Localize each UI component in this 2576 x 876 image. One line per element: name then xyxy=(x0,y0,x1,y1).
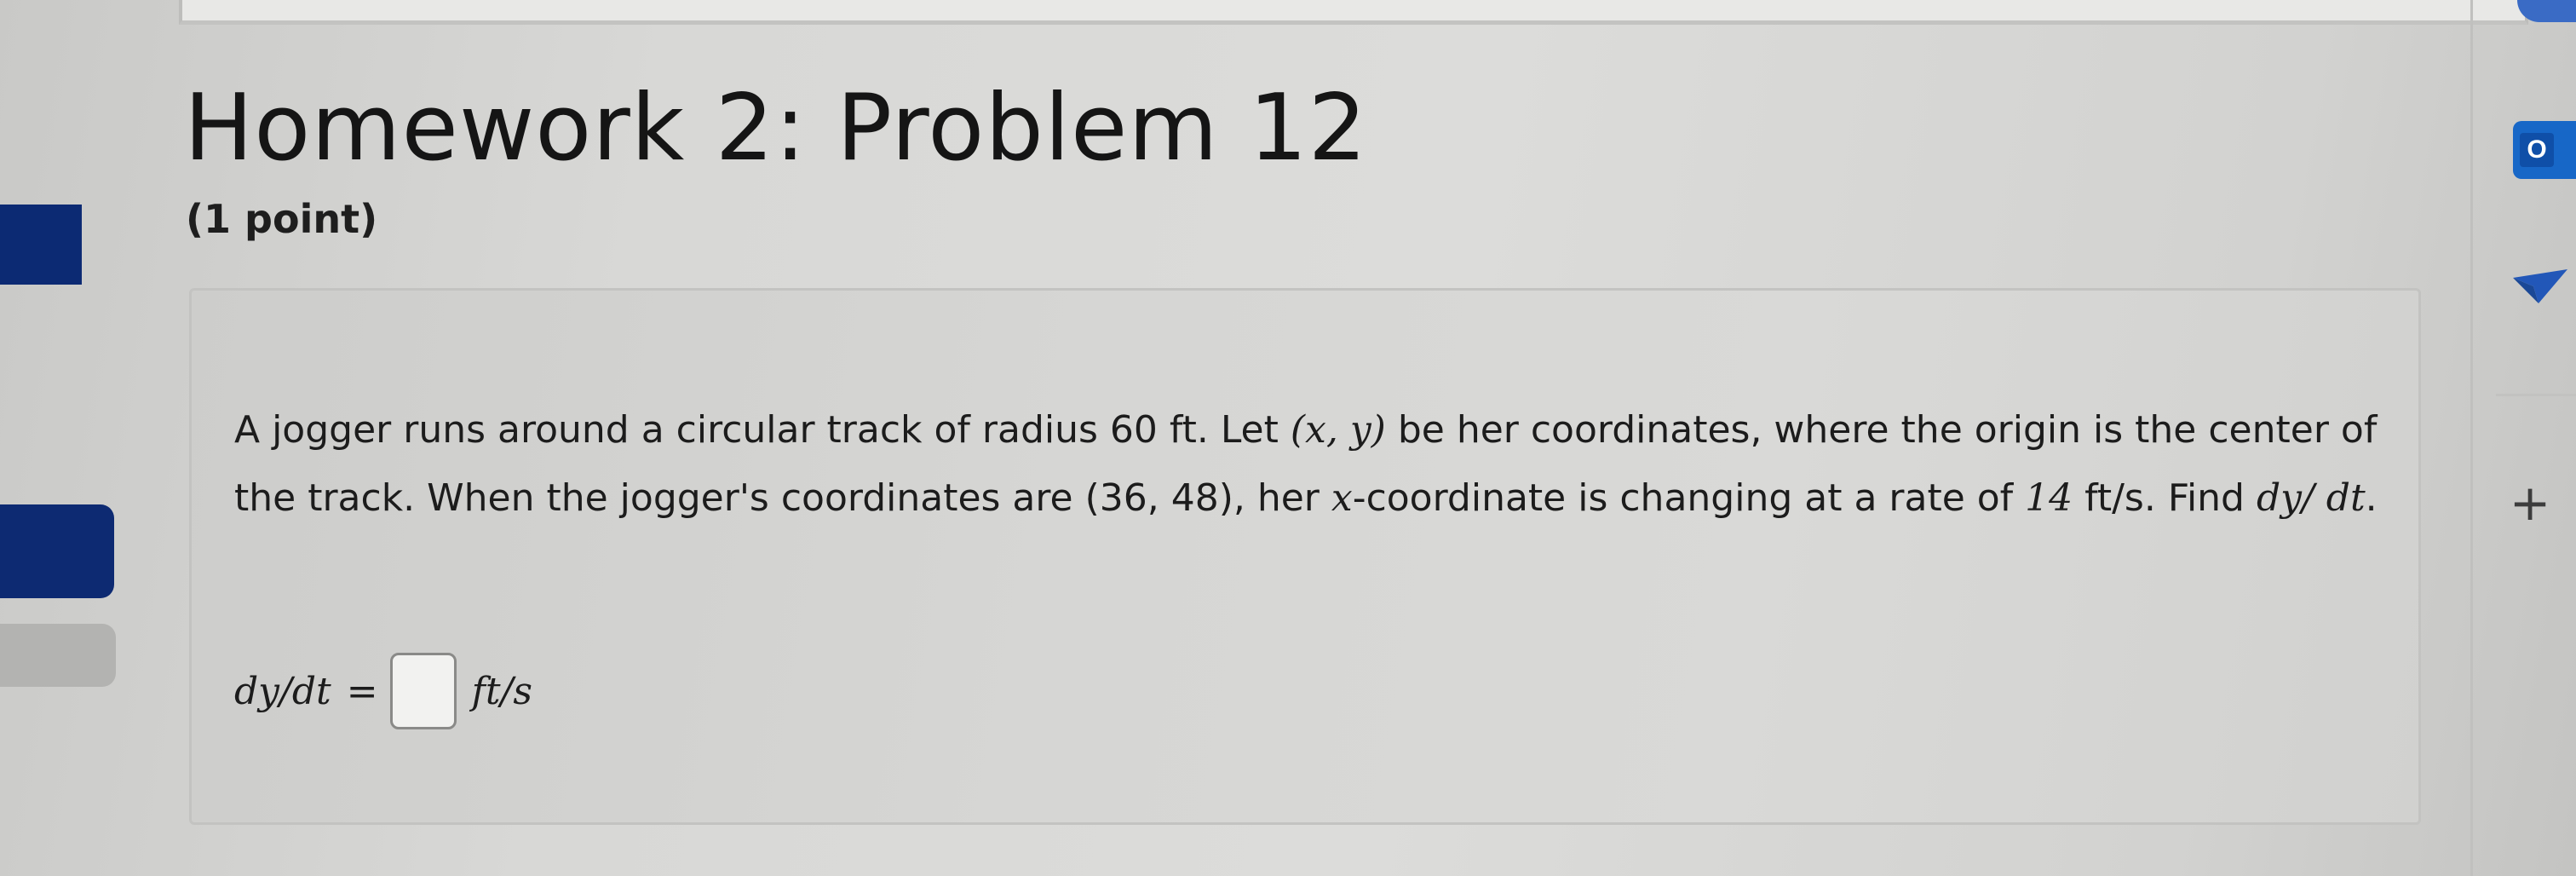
answer-lhs: dy/dt xyxy=(234,669,331,713)
points-label: (1 point) xyxy=(186,196,378,242)
problem-text-4: ft/s. Find xyxy=(2073,476,2257,520)
answer-row: dy/dt = ft/s xyxy=(234,648,532,734)
math-x: x xyxy=(1331,476,1353,520)
problem-text-5: . xyxy=(2365,476,2378,520)
sidebar-active-marker[interactable] xyxy=(0,205,82,285)
problem-text-1: A jogger runs around a circular track of… xyxy=(234,408,1291,452)
math-rate: 14 xyxy=(2025,476,2073,520)
left-sidebar xyxy=(0,0,128,876)
math-dydt: dy/ dt xyxy=(2256,476,2366,520)
outlook-icon[interactable]: O xyxy=(2513,121,2576,179)
sidebar-secondary-button[interactable] xyxy=(0,624,116,687)
sidebar-separator xyxy=(2496,394,2576,396)
math-xy: (x, y) xyxy=(1290,408,1386,452)
page-title: Homework 2: Problem 12 xyxy=(184,75,1368,182)
answer-equals: = xyxy=(346,669,378,713)
answer-unit: ft/s xyxy=(471,669,532,713)
top-window-frame xyxy=(179,0,2528,25)
add-icon[interactable]: + xyxy=(2504,477,2556,528)
answer-input[interactable] xyxy=(389,653,457,729)
problem-text-3: -coordinate is changing at a rate of xyxy=(1352,476,2026,520)
send-icon[interactable] xyxy=(2513,266,2567,305)
sidebar-nav-button[interactable] xyxy=(0,504,114,598)
outlook-letter: O xyxy=(2520,133,2554,167)
problem-box: A jogger runs around a circular track of… xyxy=(189,288,2421,825)
problem-statement: A jogger runs around a circular track of… xyxy=(234,396,2415,533)
